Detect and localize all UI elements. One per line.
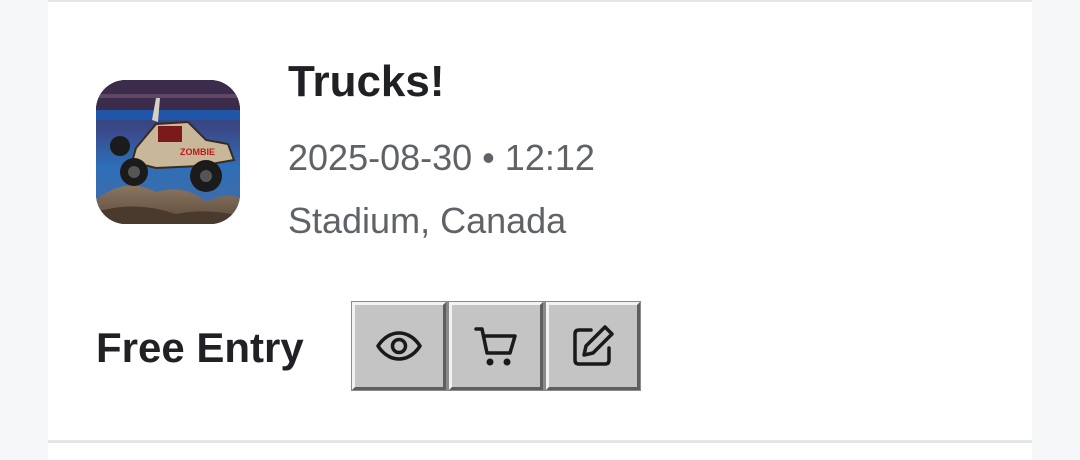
action-buttons [351,301,641,391]
event-date: 2025-08-30 [288,137,473,178]
edit-icon [573,325,614,366]
edit-button[interactable] [546,302,640,390]
cart-button[interactable] [449,302,543,390]
event-thumbnail: ZOMBIE [96,80,240,224]
view-button[interactable] [352,302,446,390]
event-title: Trucks! [288,57,445,106]
truck-decal-text: ZOMBIE [180,147,215,157]
event-location: Stadium, Canada [288,200,567,241]
event-datetime: 2025-08-30 • 12:12 [288,137,595,179]
event-card: ZOMBIE Trucks! 2025-08-30 • 12:12 Stadiu… [48,0,1032,440]
datetime-separator: • [482,137,495,178]
monster-truck-image: ZOMBIE [96,80,240,224]
event-time: 12:12 [504,137,595,178]
cart-icon [474,327,517,366]
eye-icon [376,331,422,361]
next-event-card [48,443,1032,460]
event-price: Free Entry [96,324,304,371]
